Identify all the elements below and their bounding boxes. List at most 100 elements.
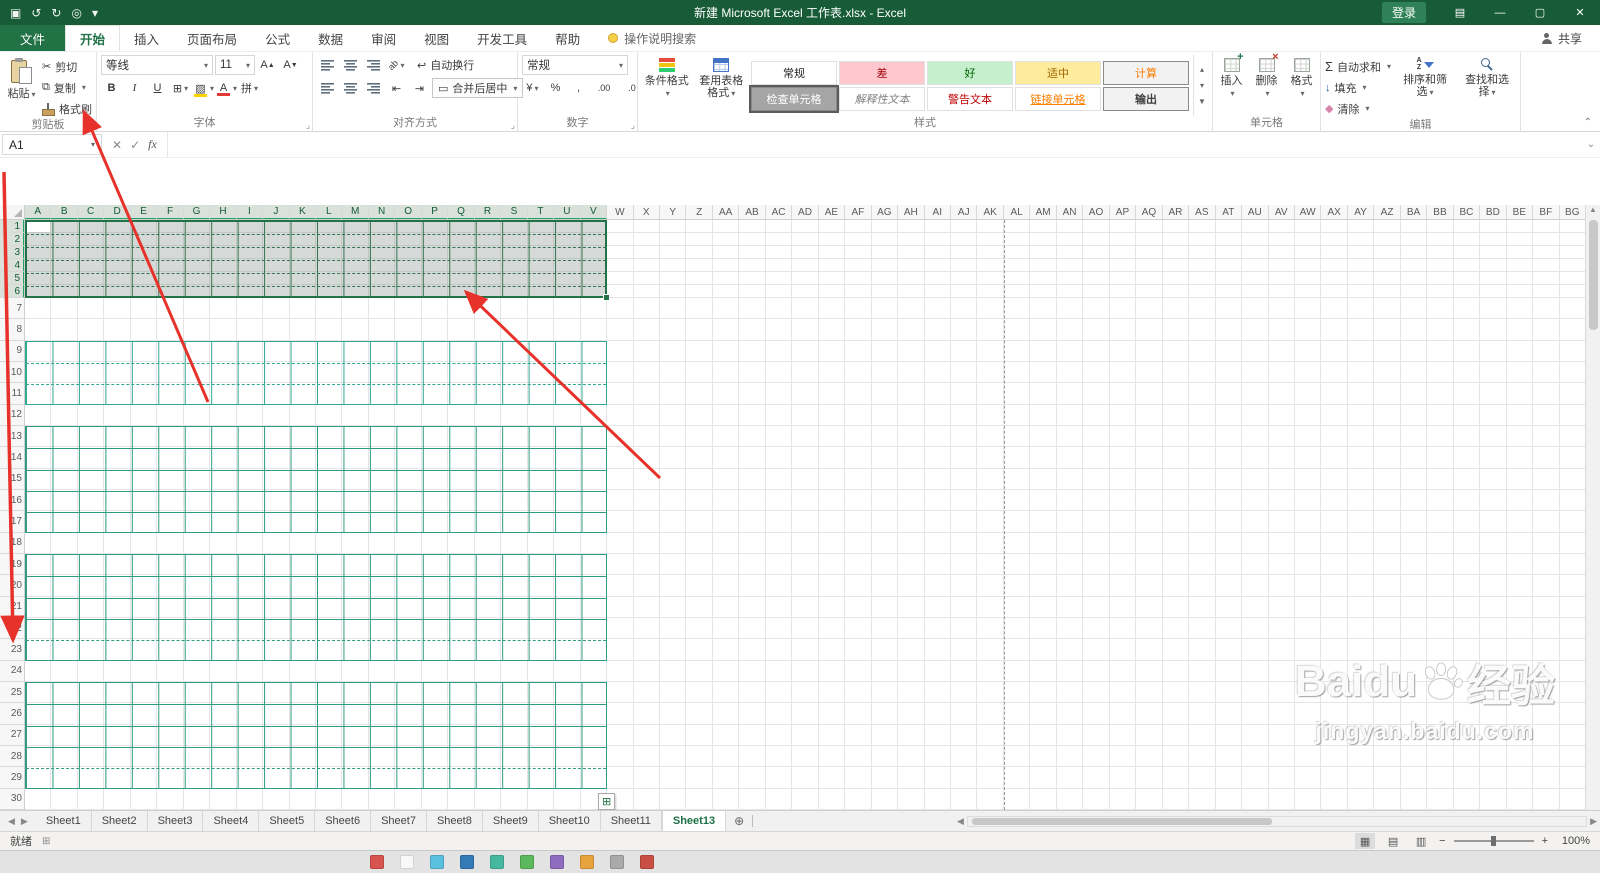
ribbon-tab-developer[interactable]: 开发工具 xyxy=(463,25,541,51)
cell-style-warning-text[interactable]: 警告文本 xyxy=(927,86,1013,111)
column-header-AZ[interactable]: AZ xyxy=(1374,205,1401,219)
ribbon-tab-help[interactable]: 帮助 xyxy=(541,25,594,51)
view-page-layout-button[interactable]: ▤ xyxy=(1383,833,1403,849)
column-header-AM[interactable]: AM xyxy=(1030,205,1057,219)
prev-sheet-icon[interactable]: ◀ xyxy=(8,816,15,827)
column-header-AN[interactable]: AN xyxy=(1057,205,1084,219)
zoom-slider-thumb[interactable] xyxy=(1490,836,1496,846)
ribbon-tab-formulas[interactable]: 公式 xyxy=(251,25,304,51)
column-header-X[interactable]: X xyxy=(634,205,660,219)
column-header-F[interactable]: F xyxy=(157,205,184,219)
tab-splitter[interactable] xyxy=(752,815,757,827)
increase-decimal-button[interactable]: .00 xyxy=(591,78,617,98)
row-header-4[interactable]: 4 xyxy=(0,259,24,272)
sheet-tab-sheet7[interactable]: Sheet7 xyxy=(371,811,427,831)
column-header-H[interactable]: H xyxy=(210,205,237,219)
insert-function-icon[interactable]: fx xyxy=(148,137,157,152)
sheet-tab-sheet1[interactable]: Sheet1 xyxy=(35,811,92,831)
sheet-tab-sheet5[interactable]: Sheet5 xyxy=(259,811,316,831)
formula-input[interactable] xyxy=(167,132,1582,157)
cut-button[interactable]: ✂ 剪切 xyxy=(42,57,92,76)
cell-style-check-cell[interactable]: 检查单元格 xyxy=(749,84,839,113)
row-header-19[interactable]: 19 xyxy=(0,554,24,576)
sheet-tab-sheet13[interactable]: Sheet13 xyxy=(661,811,727,831)
decrease-indent-button[interactable]: ⇤ xyxy=(386,78,407,98)
column-header-BF[interactable]: BF xyxy=(1533,205,1560,219)
insert-cells-button[interactable]: 插入▾ xyxy=(1217,51,1246,116)
cell-style-linked-cell[interactable]: 链接单元格 xyxy=(1015,86,1101,111)
close-button[interactable]: ✕ xyxy=(1560,0,1600,25)
taskbar-app-icon[interactable] xyxy=(430,855,444,869)
row-header-20[interactable]: 20 xyxy=(0,575,24,597)
sheet-tab-sheet9[interactable]: Sheet9 xyxy=(482,811,539,831)
column-header-AI[interactable]: AI xyxy=(925,205,951,219)
column-header-BC[interactable]: BC xyxy=(1454,205,1481,219)
vertical-scroll-thumb[interactable] xyxy=(1588,220,1598,330)
view-page-break-button[interactable]: ▥ xyxy=(1411,833,1431,849)
row-header-25[interactable]: 25 xyxy=(0,682,24,704)
maximize-button[interactable]: ▢ xyxy=(1520,0,1560,25)
next-sheet-icon[interactable]: ▶ xyxy=(21,816,28,827)
wrap-text-button[interactable]: ↩ 自动换行 xyxy=(417,56,474,75)
formula-bar-expand-icon[interactable]: ⌄ xyxy=(1582,132,1600,157)
number-format-select[interactable]: 常规 ▾ xyxy=(522,55,628,75)
column-header-AJ[interactable]: AJ xyxy=(951,205,978,219)
name-box[interactable]: A1 ▾ xyxy=(2,134,102,155)
sheet-tab-sheet3[interactable]: Sheet3 xyxy=(147,811,204,831)
font-color-button[interactable]: A ▾ xyxy=(216,78,237,98)
align-right-button[interactable] xyxy=(363,78,384,98)
row-header-3[interactable]: 3 xyxy=(0,246,24,259)
insert-options-button[interactable]: ⊞ xyxy=(598,793,616,810)
align-center-button[interactable] xyxy=(340,78,361,98)
column-header-AD[interactable]: AD xyxy=(792,205,819,219)
zoom-slider[interactable] xyxy=(1453,836,1534,846)
font-dialog-launcher[interactable]: ⌟ xyxy=(306,121,310,130)
taskbar-app-icon[interactable] xyxy=(460,855,474,869)
row-header-6[interactable]: 6 xyxy=(0,285,24,298)
column-header-M[interactable]: M xyxy=(342,205,369,219)
row-header-11[interactable]: 11 xyxy=(0,383,24,405)
format-painter-button[interactable]: 格式刷 xyxy=(42,99,92,118)
undo-icon[interactable]: ↺ xyxy=(31,6,41,20)
ribbon-tab-data[interactable]: 数据 xyxy=(304,25,357,51)
cell-style-explanatory-text[interactable]: 解释性文本 xyxy=(839,86,925,111)
format-cells-button[interactable]: 格式▾ xyxy=(1287,55,1316,116)
row-header-5[interactable]: 5 xyxy=(0,272,24,285)
taskbar-app-icon[interactable] xyxy=(640,855,654,869)
taskbar-app-icon[interactable] xyxy=(550,855,564,869)
column-header-U[interactable]: U xyxy=(554,205,581,219)
row-header-12[interactable]: 12 xyxy=(0,405,24,426)
sort-filter-button[interactable]: AZ 排序和筛选 ▾ xyxy=(1397,55,1453,118)
share-button[interactable]: 共享 xyxy=(1541,25,1600,51)
select-all-corner[interactable] xyxy=(0,205,25,220)
font-size-select[interactable]: 11 ▾ xyxy=(215,55,255,75)
ribbon-tab-home[interactable]: 开始 xyxy=(65,25,121,51)
column-header-AE[interactable]: AE xyxy=(819,205,846,219)
row-header-27[interactable]: 27 xyxy=(0,725,24,746)
row-header-24[interactable]: 24 xyxy=(0,661,24,682)
ribbon-tab-insert[interactable]: 插入 xyxy=(120,25,173,51)
row-header-29[interactable]: 29 xyxy=(0,767,24,789)
column-header-D[interactable]: D xyxy=(104,205,131,219)
ribbon-tab-page-layout[interactable]: 页面布局 xyxy=(173,25,251,51)
column-header-AF[interactable]: AF xyxy=(845,205,872,219)
column-header-I[interactable]: I xyxy=(236,205,264,219)
bold-button[interactable]: B xyxy=(101,78,122,98)
column-header-AX[interactable]: AX xyxy=(1321,205,1348,219)
merge-center-button[interactable]: ▭ 合并后居中 ▾ xyxy=(432,78,524,98)
increase-indent-button[interactable]: ⇥ xyxy=(409,78,430,98)
middle-align-button[interactable] xyxy=(340,55,361,75)
column-header-AG[interactable]: AG xyxy=(872,205,899,219)
row-header-17[interactable]: 17 xyxy=(0,511,24,533)
format-as-table-button[interactable]: 套用表格格式 ▾ xyxy=(696,55,747,116)
row-header-10[interactable]: 10 xyxy=(0,362,24,384)
find-select-button[interactable]: 查找和选择 ▾ xyxy=(1459,55,1515,118)
alignment-dialog-launcher[interactable]: ⌟ xyxy=(511,121,515,130)
sheet-tab-sheet6[interactable]: Sheet6 xyxy=(315,811,372,831)
column-header-AC[interactable]: AC xyxy=(766,205,793,219)
cell-style-neutral[interactable]: 适中 xyxy=(1015,60,1101,85)
taskbar-app-icon[interactable] xyxy=(580,855,594,869)
name-box-dropdown-icon[interactable]: ▾ xyxy=(91,140,95,149)
gallery-down-button[interactable]: ▾ xyxy=(1196,79,1208,93)
column-header-S[interactable]: S xyxy=(501,205,528,219)
